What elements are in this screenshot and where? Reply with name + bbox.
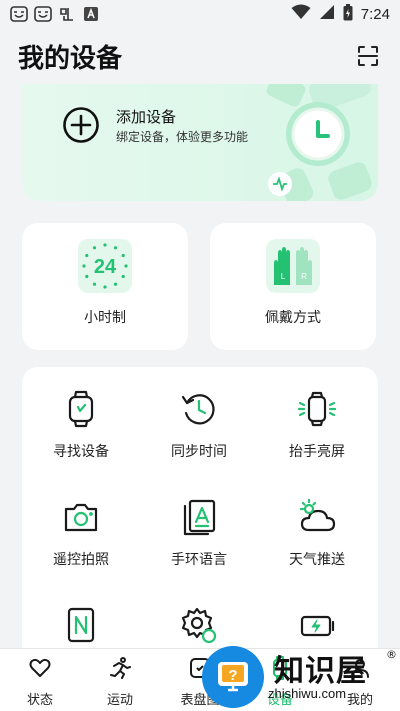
tab-sport[interactable]: 运动 (80, 655, 160, 708)
status-bar: 7:24 (0, 0, 400, 28)
grid-item-language[interactable]: 手环语言 (140, 497, 258, 569)
add-plus-icon[interactable] (62, 106, 100, 144)
left-hand-text: L (281, 272, 286, 281)
watermark-url: zhishiwu.com (268, 686, 347, 701)
settings-icon (179, 605, 219, 645)
running-icon (107, 655, 133, 681)
battery-icon (343, 3, 353, 25)
nfc-icon (61, 605, 101, 645)
grid-label: 寻找设备 (53, 444, 109, 460)
app-icon (58, 6, 76, 22)
grid-item-find-device[interactable]: 寻找设备 (22, 389, 140, 461)
emoji-face-icon (10, 6, 28, 22)
right-hand-text: R (301, 272, 307, 281)
grid-label: 同步时间 (171, 444, 227, 460)
tab-status[interactable]: 状态 (0, 655, 80, 708)
add-device-subtitle: 绑定设备，体验更多功能 (116, 130, 249, 144)
grid-item-raise-wake[interactable]: 抬手亮屏 (258, 389, 376, 461)
status-left-icons (10, 6, 100, 22)
24-hour-text: 24 (94, 256, 117, 278)
add-device-title: 添加设备 (116, 108, 177, 126)
scan-button[interactable] (354, 42, 382, 70)
tab-label: 运动 (106, 693, 133, 708)
grid-label: 抬手亮屏 (289, 444, 345, 460)
emoji-face-icon (34, 6, 52, 22)
a-icon (82, 6, 100, 22)
grid-label: 天气推送 (289, 552, 345, 568)
svg-text:?: ? (228, 667, 237, 684)
camera-icon (61, 497, 101, 537)
watch-illustration-icon (266, 84, 372, 201)
heart-icon (27, 655, 53, 681)
grid-item-weather[interactable]: 天气推送 (258, 497, 376, 569)
watermark: ? 知识屋 ® zhishiwu.com (200, 642, 400, 711)
device-functions-grid: 寻找设备 同步时间 抬手亮屏 遥控拍照 手环语言 天气推送 (22, 367, 378, 657)
hands-lr-icon: L R (266, 239, 320, 293)
raise-wake-icon (297, 389, 337, 429)
scan-icon (358, 46, 378, 66)
status-right-icons: 7:24 (291, 3, 390, 25)
sync-time-icon (179, 389, 219, 429)
watermark-brand: 知识屋 (274, 654, 367, 689)
hour-format-label: 小时制 (84, 310, 126, 326)
24-hour-icon: 24 (78, 239, 132, 293)
battery-charge-icon (297, 605, 337, 645)
signal-icon (319, 4, 335, 24)
watermark-reg: ® (386, 648, 397, 661)
watermark-logo-icon: ? (202, 646, 264, 708)
watch-find-icon (61, 389, 101, 429)
grid-item-sync-time[interactable]: 同步时间 (140, 389, 258, 461)
wifi-icon (291, 4, 311, 24)
wear-mode-label: 佩戴方式 (265, 310, 321, 326)
add-device-card[interactable]: 添加设备 绑定设备，体验更多功能 (22, 84, 378, 201)
header: 我的设备 (18, 36, 382, 76)
page-title: 我的设备 (18, 43, 123, 74)
hour-format-card[interactable]: 24 小时制 (22, 223, 188, 350)
grid-label: 遥控拍照 (53, 552, 109, 568)
status-time: 7:24 (360, 5, 390, 23)
grid-label: 手环语言 (171, 552, 227, 568)
wear-mode-card[interactable]: L R 佩戴方式 (210, 223, 376, 350)
language-icon (179, 497, 219, 537)
tab-label: 状态 (26, 693, 53, 708)
grid-item-remote-camera[interactable]: 遥控拍照 (22, 497, 140, 569)
weather-icon (297, 497, 337, 537)
